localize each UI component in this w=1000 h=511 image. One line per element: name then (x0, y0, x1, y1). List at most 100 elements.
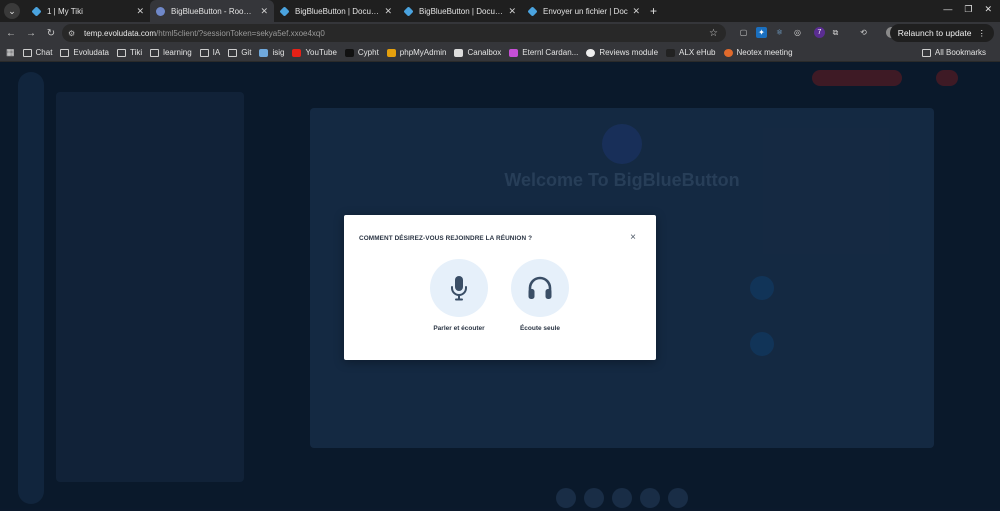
bookmark-star-icon[interactable]: ☆ (709, 28, 718, 39)
relaunch-label: Relaunch to update (897, 28, 972, 38)
bookmark-label: isig (272, 48, 285, 57)
modal-title: COMMENT DÉSIREZ-VOUS REJOINDRE LA RÉUNIO… (359, 235, 533, 242)
bookmark-label: Neotex meeting (736, 48, 793, 57)
bookmark-label: Canalbox (467, 48, 502, 57)
folder-icon (117, 48, 127, 57)
tab-5[interactable]: Envoyer un fichier | Doc ✕ (522, 0, 646, 22)
bookmark-label: ALX eHub (679, 48, 716, 57)
tab-search-button[interactable]: ⌄ (4, 3, 20, 19)
extensions-puzzle-icon[interactable]: ⧉ (830, 27, 841, 38)
browser-toolbar: ← → ↻ ⚙ temp.evoludata.com /html5client/… (0, 22, 1000, 44)
bookmark-label: Cypht (357, 48, 379, 57)
new-tab-button[interactable]: + (650, 4, 657, 18)
bbb-favicon-icon (156, 6, 165, 16)
microphone-option-button[interactable]: Parler et écouter (419, 259, 499, 332)
react-icon[interactable]: ⚛ (774, 27, 785, 38)
reload-icon[interactable]: ↻ (42, 28, 60, 39)
listen-only-option-circle[interactable] (511, 259, 569, 317)
relaunch-button[interactable]: Relaunch to update ⋮ (889, 24, 994, 42)
microphone-option-circle[interactable] (430, 259, 488, 317)
folder-icon (228, 48, 238, 57)
bookmark-label: learning (163, 48, 192, 57)
tab-1[interactable]: 1 | My Tiki ✕ (26, 0, 150, 22)
bookmark-chat[interactable]: Chat (22, 48, 53, 57)
bookmark-canalbox[interactable]: Canalbox (454, 48, 501, 57)
bookmark-cypht[interactable]: Cypht (344, 48, 379, 57)
folder-icon (199, 48, 209, 57)
extension-badge[interactable]: 7 (814, 27, 825, 38)
back-icon[interactable]: ← (2, 28, 20, 39)
minimize-icon[interactable]: — (943, 4, 952, 15)
site-info-icon[interactable]: ⚙ (68, 29, 78, 38)
microphone-icon (451, 276, 467, 301)
tab-title: Envoyer un fichier | Doc (543, 6, 628, 16)
headphones-icon (528, 276, 552, 299)
neotex-icon (723, 48, 733, 57)
cast-icon[interactable]: ▢ (738, 27, 749, 38)
bookmark-label: Tiki (130, 48, 143, 57)
bookmark-label: Evoludata (73, 48, 110, 57)
bookmark-eternl[interactable]: Eternl Cardan... (509, 48, 578, 57)
bookmark-ia[interactable]: IA (199, 48, 220, 57)
tab-title: BigBlueButton | Docume (419, 6, 505, 16)
history-icon[interactable]: ⟲ (858, 27, 869, 38)
alx-icon (666, 48, 676, 57)
close-icon[interactable]: × (630, 232, 636, 243)
canalbox-icon (454, 48, 464, 57)
bookmark-tiki[interactable]: Tiki (117, 48, 142, 57)
address-bar[interactable]: ⚙ temp.evoludata.com /html5client/?sessi… (62, 24, 726, 42)
audio-join-modal: COMMENT DÉSIREZ-VOUS REJOINDRE LA RÉUNIO… (344, 215, 656, 360)
close-tab-icon[interactable]: ✕ (508, 6, 516, 17)
bookmark-evoludata[interactable]: Evoludata (60, 48, 109, 57)
apps-icon[interactable]: ▦ (6, 47, 15, 58)
bookmark-learning[interactable]: learning (150, 48, 192, 57)
bookmark-alx[interactable]: ALX eHub (666, 48, 716, 57)
isig-icon (259, 48, 269, 57)
forward-icon[interactable]: → (22, 28, 40, 39)
bookmark-label: Eternl Cardan... (522, 48, 579, 57)
more-menu-icon[interactable]: ⋮ (978, 28, 987, 39)
bookmark-neotex[interactable]: Neotex meeting (723, 48, 793, 57)
doc-favicon-icon (279, 5, 290, 17)
microphone-option-label: Parler et écouter (433, 325, 485, 332)
bookmark-label: phpMyAdmin (399, 48, 447, 57)
tab-title: BigBlueButton - Room-N (171, 6, 257, 16)
bookmark-isig[interactable]: isig (259, 48, 284, 57)
close-tab-icon[interactable]: ✕ (384, 6, 392, 17)
bookmark-phpmyadmin[interactable]: phpMyAdmin (386, 48, 447, 57)
bookmark-reviews[interactable]: Reviews module (586, 48, 658, 57)
bookmark-label: All Bookmarks (934, 48, 986, 57)
close-window-icon[interactable]: ✕ (984, 4, 992, 15)
tab-title: 1 | My Tiki (47, 6, 83, 16)
tab-4[interactable]: BigBlueButton | Docume ✕ (398, 0, 522, 22)
eternl-icon (509, 48, 519, 57)
all-bookmarks[interactable]: All Bookmarks (921, 48, 986, 57)
close-tab-icon[interactable]: ✕ (136, 6, 144, 17)
close-tab-icon[interactable]: ✕ (632, 6, 640, 17)
tab-3[interactable]: BigBlueButton | Docume ✕ (274, 0, 398, 22)
bookmark-git[interactable]: Git (228, 48, 251, 57)
bookmarks-bar: ▦ Chat Evoludata Tiki learning IA Git is… (0, 44, 1000, 62)
listen-only-option-button[interactable]: Écoute seule (500, 259, 580, 332)
reviews-icon (586, 48, 596, 57)
bookmark-label: YouTube (305, 48, 337, 57)
doc-favicon-icon (527, 5, 538, 17)
extension-icon[interactable]: ✦ (756, 27, 767, 38)
bookmark-youtube[interactable]: YouTube (292, 48, 337, 57)
extension-circle-icon[interactable]: ◎ (792, 27, 803, 38)
close-tab-icon[interactable]: ✕ (260, 6, 268, 17)
bookmark-label: Git (241, 48, 252, 57)
url-host: temp.evoludata.com (84, 28, 157, 38)
folder-icon (22, 48, 32, 57)
bookmark-label: Reviews module (599, 48, 659, 57)
folder-icon (60, 48, 70, 57)
listen-only-option-label: Écoute seule (519, 325, 561, 332)
tab-2[interactable]: BigBlueButton - Room-N ✕ (150, 0, 274, 22)
tab-strip: ⌄ 1 | My Tiki ✕ BigBlueButton - Room-N ✕… (0, 0, 1000, 22)
bookmark-label: Chat (35, 48, 53, 57)
folder-icon (921, 48, 931, 57)
phpmyadmin-icon (386, 48, 396, 57)
tab-title: BigBlueButton | Docume (295, 6, 381, 16)
restore-icon[interactable]: ❐ (964, 4, 972, 15)
folder-icon (150, 48, 160, 57)
